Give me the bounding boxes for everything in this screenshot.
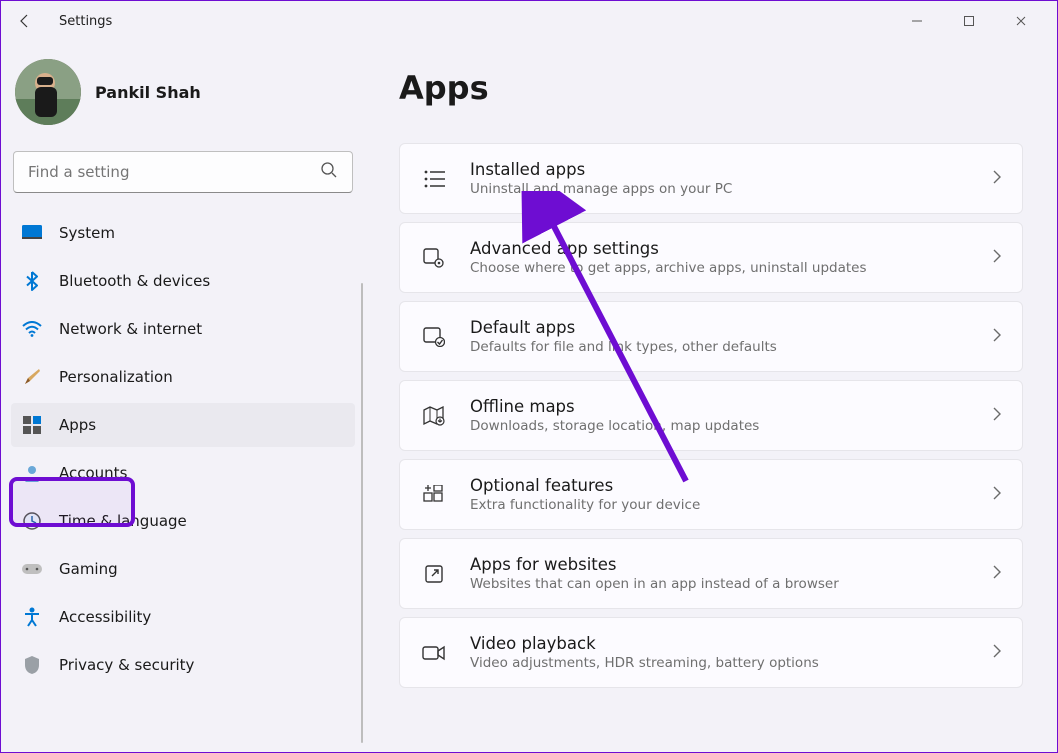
- sidebar-item-system[interactable]: System: [11, 211, 355, 255]
- card-sub: Choose where to get apps, archive apps, …: [470, 260, 970, 276]
- nav-label: Personalization: [59, 368, 173, 386]
- nav-label: Accounts: [59, 464, 127, 482]
- card-video-playback[interactable]: Video playback Video adjustments, HDR str…: [399, 617, 1023, 688]
- nav-label: Time & language: [59, 512, 187, 530]
- search-box[interactable]: [13, 151, 353, 193]
- sidebar-item-apps[interactable]: Apps: [11, 403, 355, 447]
- map-icon: [420, 406, 448, 426]
- nav-label: Privacy & security: [59, 656, 194, 674]
- card-title: Installed apps: [470, 160, 970, 179]
- close-button[interactable]: [1005, 9, 1037, 33]
- sidebar-item-time[interactable]: Time & language: [11, 499, 355, 543]
- card-sub: Defaults for file and link types, other …: [470, 339, 970, 355]
- card-title: Apps for websites: [470, 555, 970, 574]
- search-input[interactable]: [28, 163, 320, 181]
- profile-name: Pankil Shah: [95, 83, 201, 102]
- card-sub: Extra functionality for your device: [470, 497, 970, 513]
- wifi-icon: [21, 318, 43, 340]
- sidebar-item-privacy[interactable]: Privacy & security: [11, 643, 355, 687]
- card-title: Offline maps: [470, 397, 970, 416]
- video-icon: [420, 644, 448, 662]
- card-offline-maps[interactable]: Offline maps Downloads, storage location,…: [399, 380, 1023, 451]
- card-apps-websites[interactable]: Apps for websites Websites that can open …: [399, 538, 1023, 609]
- main-content: Apps Installed apps Uninstall and manage …: [361, 41, 1057, 752]
- nav-label: Apps: [59, 416, 96, 434]
- card-sub: Websites that can open in an app instead…: [470, 576, 970, 592]
- maximize-button[interactable]: [953, 9, 985, 33]
- card-title: Video playback: [470, 634, 970, 653]
- account-icon: [21, 462, 43, 484]
- gaming-icon: [21, 558, 43, 580]
- sidebar-item-bluetooth[interactable]: Bluetooth & devices: [11, 259, 355, 303]
- profile-section[interactable]: Pankil Shah: [11, 51, 357, 145]
- card-sub: Video adjustments, HDR streaming, batter…: [470, 655, 970, 671]
- card-installed-apps[interactable]: Installed apps Uninstall and manage apps …: [399, 143, 1023, 214]
- nav-label: System: [59, 224, 115, 242]
- chevron-right-icon: [992, 169, 1002, 189]
- avatar: [15, 59, 81, 125]
- window-controls: [901, 9, 1049, 33]
- default-icon: [420, 327, 448, 347]
- sidebar-item-accounts[interactable]: Accounts: [11, 451, 355, 495]
- nav-label: Bluetooth & devices: [59, 272, 210, 290]
- back-button[interactable]: [9, 5, 41, 37]
- window-title: Settings: [59, 14, 112, 29]
- shield-icon: [21, 654, 43, 676]
- brush-icon: [21, 366, 43, 388]
- page-title: Apps: [399, 69, 1023, 107]
- sidebar-scrollbar[interactable]: [361, 283, 363, 743]
- nav-label: Network & internet: [59, 320, 202, 338]
- card-default-apps[interactable]: Default apps Defaults for file and link t…: [399, 301, 1023, 372]
- card-sub: Downloads, storage location, map updates: [470, 418, 970, 434]
- sidebar-item-accessibility[interactable]: Accessibility: [11, 595, 355, 639]
- card-title: Optional features: [470, 476, 970, 495]
- nav-label: Accessibility: [59, 608, 151, 626]
- external-icon: [420, 564, 448, 584]
- clock-icon: [21, 510, 43, 532]
- titlebar: Settings: [1, 1, 1057, 41]
- app-gear-icon: [420, 248, 448, 268]
- sidebar-item-network[interactable]: Network & internet: [11, 307, 355, 351]
- card-title: Default apps: [470, 318, 970, 337]
- sidebar: Pankil Shah System Bluetooth & devices N…: [1, 41, 361, 752]
- card-optional-features[interactable]: Optional features Extra functionality for…: [399, 459, 1023, 530]
- chevron-right-icon: [992, 643, 1002, 663]
- chevron-right-icon: [992, 485, 1002, 505]
- card-list: Installed apps Uninstall and manage apps …: [399, 143, 1023, 688]
- system-icon: [21, 222, 43, 244]
- chevron-right-icon: [992, 248, 1002, 268]
- accessibility-icon: [21, 606, 43, 628]
- sidebar-item-personalization[interactable]: Personalization: [11, 355, 355, 399]
- bluetooth-icon: [21, 270, 43, 292]
- chevron-right-icon: [992, 564, 1002, 584]
- minimize-button[interactable]: [901, 9, 933, 33]
- search-icon: [320, 161, 338, 183]
- card-advanced-settings[interactable]: Advanced app settings Choose where to get…: [399, 222, 1023, 293]
- chevron-right-icon: [992, 406, 1002, 426]
- apps-icon: [21, 414, 43, 436]
- nav-list: System Bluetooth & devices Network & int…: [11, 211, 357, 687]
- card-sub: Uninstall and manage apps on your PC: [470, 181, 970, 197]
- sidebar-item-gaming[interactable]: Gaming: [11, 547, 355, 591]
- chevron-right-icon: [992, 327, 1002, 347]
- plus-app-icon: [420, 485, 448, 505]
- card-title: Advanced app settings: [470, 239, 970, 258]
- nav-label: Gaming: [59, 560, 118, 578]
- list-icon: [420, 169, 448, 189]
